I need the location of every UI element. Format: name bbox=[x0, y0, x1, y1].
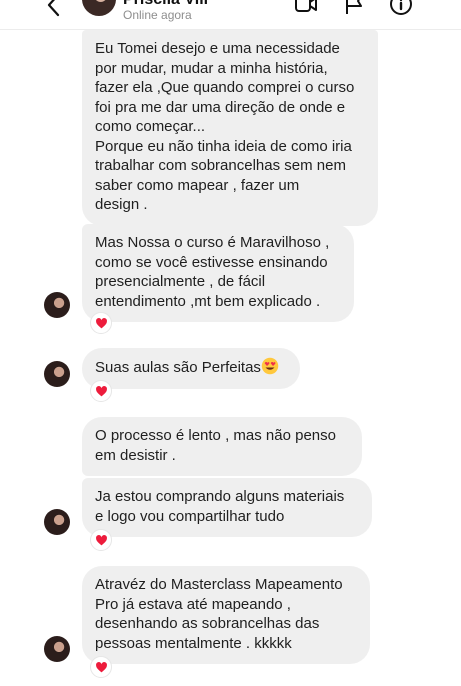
heart-eyes-emoji-icon bbox=[261, 357, 279, 375]
message-bubble[interactable]: Ja estou comprando alguns materiais e lo… bbox=[82, 478, 372, 537]
message-bubble[interactable]: Suas aulas são Perfeitas bbox=[82, 348, 300, 389]
heart-reaction-icon[interactable] bbox=[90, 656, 112, 678]
flag-icon[interactable] bbox=[342, 0, 366, 16]
contact-avatar[interactable] bbox=[82, 0, 116, 16]
heart-reaction-icon[interactable] bbox=[90, 380, 112, 402]
contact-status: Online agora bbox=[123, 8, 192, 22]
sender-avatar[interactable] bbox=[44, 509, 70, 535]
video-call-icon[interactable] bbox=[294, 0, 318, 16]
message-bubble[interactable]: Eu Tomei desejo e uma necessidade por mu… bbox=[82, 30, 378, 226]
message-bubble[interactable]: O processo é lento , mas não penso em de… bbox=[82, 417, 362, 476]
sender-avatar[interactable] bbox=[44, 292, 70, 318]
sender-avatar[interactable] bbox=[44, 361, 70, 387]
sender-avatar[interactable] bbox=[44, 636, 70, 662]
message-text: Suas aulas são Perfeitas bbox=[95, 359, 261, 376]
heart-reaction-icon[interactable] bbox=[90, 529, 112, 551]
back-chevron-icon[interactable] bbox=[44, 0, 64, 17]
message-bubble[interactable]: Atravéz do Masterclass Mapeamento Pro já… bbox=[82, 566, 370, 664]
message-bubble[interactable]: Mas Nossa o curso é Maravilhoso , como s… bbox=[82, 224, 354, 322]
info-icon[interactable] bbox=[389, 0, 413, 16]
chat-header: Priscila Vili Online agora bbox=[0, 0, 461, 30]
heart-reaction-icon[interactable] bbox=[90, 312, 112, 334]
